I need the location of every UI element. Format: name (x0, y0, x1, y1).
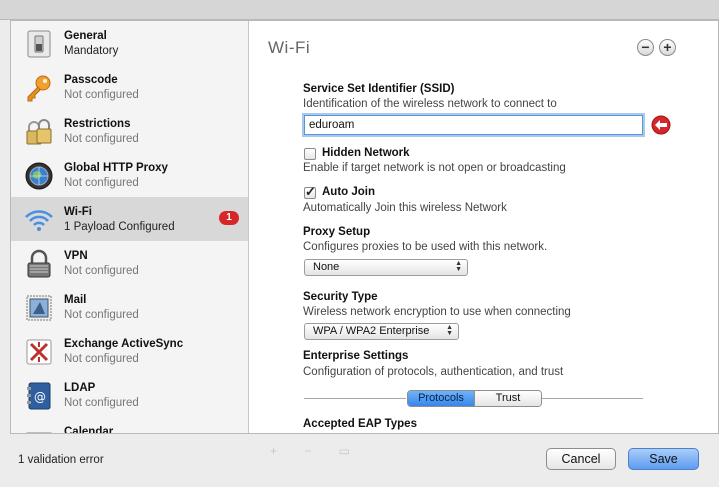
sidebar-item-vpn[interactable]: VPN Not configured (11, 241, 248, 285)
profile-sheet: General Mandatory Passcode Not configure… (10, 20, 719, 434)
sidebar-item-title: Exchange ActiveSync (64, 338, 184, 350)
enterprise-settings-label: Enterprise Settings (303, 350, 409, 362)
error-count-badge: 1 (219, 211, 239, 225)
enterprise-settings-description: Configuration of protocols, authenticati… (303, 366, 564, 378)
hidden-network-description: Enable if target network is not open or … (303, 162, 566, 174)
sidebar-item-title: Wi-Fi (64, 206, 92, 218)
security-type-description: Wireless network encryption to use when … (303, 306, 571, 318)
sidebar-item-status: Not configured (64, 265, 139, 277)
sidebar-item-title: Calendar (64, 426, 114, 434)
vpn-lock-icon (24, 249, 54, 279)
sidebar-item-status: Not configured (64, 133, 139, 145)
payload-sidebar[interactable]: General Mandatory Passcode Not configure… (11, 21, 249, 434)
sidebar-item-exchange-activesync[interactable]: Exchange ActiveSync Not configured (11, 329, 248, 373)
proxy-setup-select[interactable]: None ▲ ▼ (304, 259, 468, 276)
checkmark-icon: ✓ (305, 184, 316, 199)
divider (542, 398, 643, 399)
window-top-bar (0, 0, 719, 20)
sidebar-item-status: Not configured (64, 177, 139, 189)
sidebar-item-ldap[interactable]: @ LDAP Not configured (11, 373, 248, 417)
hidden-network-label: Hidden Network (322, 147, 410, 159)
page-title: Wi-Fi (268, 38, 311, 57)
security-type-select[interactable]: WPA / WPA2 Enterprise ▲ ▼ (304, 323, 459, 340)
ssid-input[interactable] (304, 115, 643, 135)
save-button[interactable]: Save (628, 448, 699, 470)
cancel-button[interactable]: Cancel (546, 448, 616, 470)
ssid-label: Service Set Identifier (SSID) (303, 83, 455, 95)
divider (304, 398, 406, 399)
updown-arrows-icon: ▲ ▼ (446, 324, 453, 337)
calendar-icon (24, 425, 54, 433)
globe-icon (24, 161, 54, 191)
mail-stamp-icon (24, 293, 54, 323)
padlocks-icon (24, 117, 54, 147)
ssid-description: Identification of the wireless network t… (303, 98, 557, 110)
proxy-setup-value: None (313, 261, 340, 273)
hidden-network-checkbox[interactable] (304, 148, 316, 160)
tab-trust[interactable]: Trust (474, 391, 541, 406)
auto-join-label: Auto Join (322, 186, 376, 198)
sidebar-item-title: Restrictions (64, 118, 131, 130)
security-type-label: Security Type (303, 291, 378, 303)
sidebar-item-status: Not configured (64, 89, 139, 101)
updown-arrows-icon: ▲ ▼ (455, 260, 462, 273)
faint-toolbar-icons: + − ▭ (270, 444, 363, 458)
sidebar-item-status: 1 Payload Configured (64, 221, 175, 233)
sidebar-item-calendar[interactable]: Calendar (11, 417, 248, 434)
sidebar-item-mail[interactable]: Mail Not configured (11, 285, 248, 329)
switch-icon (24, 29, 54, 59)
enterprise-tabs: Protocols Trust (407, 390, 542, 407)
security-type-value: WPA / WPA2 Enterprise (313, 325, 430, 337)
sidebar-item-passcode[interactable]: Passcode Not configured (11, 65, 248, 109)
accepted-eap-types-label: Accepted EAP Types (303, 418, 417, 430)
sidebar-item-status: Mandatory (64, 45, 119, 57)
exchange-icon (24, 337, 54, 367)
sidebar-item-wifi[interactable]: Wi-Fi 1 Payload Configured 1 (11, 197, 248, 241)
sidebar-item-global-http-proxy[interactable]: Global HTTP Proxy Not configured (11, 153, 248, 197)
sidebar-item-title: Mail (64, 294, 87, 306)
tab-protocols[interactable]: Protocols (408, 391, 474, 406)
svg-text:@: @ (34, 390, 46, 404)
key-icon (24, 73, 54, 103)
sidebar-item-title: VPN (64, 250, 88, 262)
error-arrow-icon[interactable] (651, 115, 671, 135)
auto-join-checkbox[interactable]: ✓ (304, 184, 316, 199)
sidebar-item-title: LDAP (64, 382, 96, 394)
remove-payload-button[interactable]: − (637, 39, 654, 56)
proxy-setup-label: Proxy Setup (303, 226, 371, 238)
payload-detail-pane: Wi-Fi − + Service Set Identifier (SSID) … (250, 21, 718, 433)
sidebar-item-status: Not configured (64, 397, 139, 409)
proxy-setup-description: Configures proxies to be used with this … (303, 241, 548, 253)
sidebar-item-restrictions[interactable]: Restrictions Not configured (11, 109, 248, 153)
validation-error-text: 1 validation error (18, 454, 104, 466)
sidebar-item-status: Not configured (64, 353, 139, 365)
address-book-icon: @ (24, 381, 54, 411)
sidebar-item-status: Not configured (64, 309, 139, 321)
sidebar-item-title: General (64, 30, 107, 42)
auto-join-description: Automatically Join this wireless Network (303, 202, 507, 214)
sidebar-item-title: Global HTTP Proxy (64, 162, 168, 174)
sidebar-item-title: Passcode (64, 74, 118, 86)
wifi-icon (24, 205, 54, 235)
add-payload-button[interactable]: + (659, 39, 676, 56)
sidebar-item-general[interactable]: General Mandatory (11, 21, 248, 65)
